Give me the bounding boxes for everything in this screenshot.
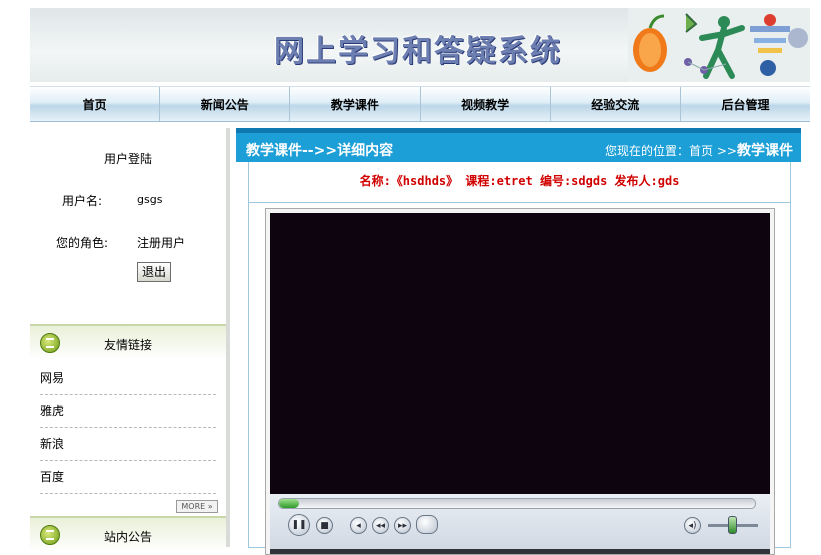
- nav-courseware[interactable]: 教学课件: [290, 87, 421, 121]
- main-nav: 首页 新闻公告 教学课件 视频教学 经验交流 后台管理: [30, 86, 810, 122]
- breadcrumb: 您现在的位置：首页 >>教学课件: [605, 140, 793, 160]
- link-sina[interactable]: 新浪: [40, 428, 216, 461]
- breadcrumb-current: 教学课件: [737, 143, 793, 159]
- divider: [249, 202, 790, 203]
- prev-icon[interactable]: ◂: [350, 517, 367, 534]
- volume-icon[interactable]: ◂): [684, 517, 701, 534]
- site-title: 网上学习和答疑系统: [274, 34, 562, 69]
- logout-button[interactable]: 退出: [137, 262, 171, 282]
- site-banner: 网上学习和答疑系统: [30, 8, 810, 82]
- rewind-icon[interactable]: ◂◂: [372, 517, 389, 534]
- volume-thumb[interactable]: [727, 516, 737, 534]
- link-baidu[interactable]: 百度: [40, 461, 216, 494]
- link-yahoo[interactable]: 雅虎: [40, 395, 216, 428]
- breadcrumb-home[interactable]: 首页: [689, 144, 713, 158]
- courseware-details: 名称:《hsdhds》 课程:etret 编号:sdgds 发布人:gds: [359, 174, 680, 188]
- seek-progress: [279, 499, 299, 508]
- link-netease[interactable]: 网易: [40, 362, 216, 395]
- media-player: ❚❚ ■ ◂ ◂◂ ▸▸ ◂): [265, 208, 775, 555]
- video-screen[interactable]: [270, 213, 770, 494]
- nav-news[interactable]: 新闻公告: [160, 87, 291, 121]
- nav-home[interactable]: 首页: [30, 87, 161, 121]
- breadcrumb-separator: >>: [713, 144, 737, 158]
- pause-icon[interactable]: ❚❚: [288, 514, 310, 536]
- banner-illustration: [628, 8, 810, 82]
- nav-admin[interactable]: 后台管理: [681, 87, 810, 121]
- mouse-icon[interactable]: [416, 515, 438, 534]
- username-label: 用户名:: [62, 194, 103, 208]
- username-value: gsgs: [137, 193, 163, 206]
- role-value: 注册用户: [137, 236, 186, 250]
- links-title: 友情链接: [103, 338, 152, 352]
- notice-title: 站内公告: [103, 530, 152, 544]
- detail-panel: 名称:《hsdhds》 课程:etret 编号:sdgds 发布人:gds ❚❚…: [248, 162, 791, 555]
- login-title: 用户登陆: [103, 152, 152, 166]
- role-label: 您的角色:: [56, 236, 109, 250]
- player-controls: ❚❚ ■ ◂ ◂◂ ▸▸ ◂): [270, 494, 770, 554]
- stop-icon[interactable]: ■: [316, 517, 333, 534]
- sidebar: 用户登陆 用户名: gsgs 您的角色: 注册用户 退出 友情链接 网易 雅虎 …: [30, 128, 230, 552]
- location-prefix: 您现在的位置：: [605, 144, 690, 158]
- fast-forward-icon[interactable]: ▸▸: [394, 517, 411, 534]
- player-status-bar: [270, 549, 770, 554]
- links-more-button[interactable]: MORE »: [176, 500, 218, 513]
- main-content: 教学课件-->>详细内容 您现在的位置：首页 >>教学课件 名称:《hsdhds…: [236, 128, 801, 555]
- login-panel: 用户登陆 用户名: gsgs 您的角色: 注册用户 退出: [30, 128, 226, 318]
- page-title: 教学课件-->>详细内容: [246, 143, 394, 159]
- nav-video-teaching[interactable]: 视频教学: [421, 87, 551, 121]
- links-header: 友情链接: [30, 324, 226, 360]
- seek-bar[interactable]: [278, 498, 756, 509]
- nav-experience[interactable]: 经验交流: [551, 87, 681, 121]
- content-header: 教学课件-->>详细内容 您现在的位置：首页 >>教学课件: [236, 128, 801, 162]
